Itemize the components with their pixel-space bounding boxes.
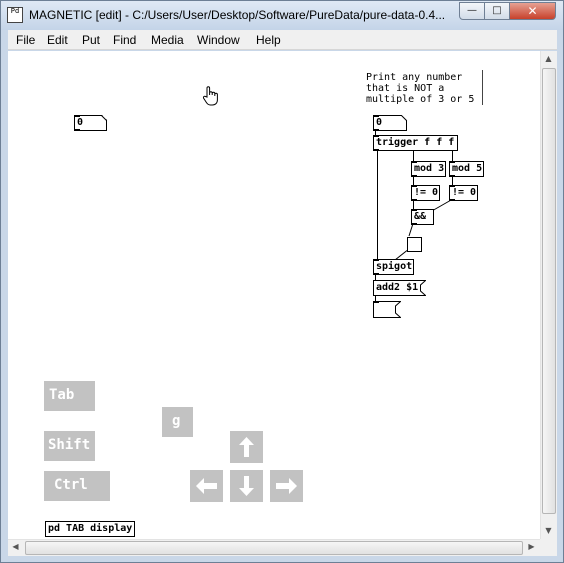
tab-display-subpatch[interactable]: pd TAB display: [45, 521, 135, 537]
trigger-object[interactable]: trigger f f f: [373, 135, 458, 151]
not-equal-object-a[interactable]: != 0: [411, 185, 440, 201]
wire-trigger-spigot-left: [377, 151, 378, 259]
right-arrow-icon: [276, 478, 297, 494]
menu-find[interactable]: Find: [113, 33, 136, 47]
pd-app-icon: Pd: [7, 7, 23, 23]
up-arrow-key[interactable]: [230, 431, 263, 463]
spigot-object[interactable]: spigot: [373, 259, 414, 275]
patch-canvas[interactable]: 0 Print any number that is NOT a multipl…: [8, 51, 540, 539]
horizontal-scroll-thumb[interactable]: [25, 541, 523, 555]
menu-edit[interactable]: Edit: [47, 33, 68, 47]
wire-and-toggle: [408, 223, 414, 237]
horizontal-scrollbar[interactable]: ◀ ▶: [8, 539, 540, 556]
hand-cursor-icon: [202, 86, 218, 106]
shift-key[interactable]: Shift: [44, 431, 95, 461]
menu-file[interactable]: File: [16, 33, 35, 47]
left-arrow-icon: [196, 478, 217, 494]
window-title: MAGNETIC [edit] - C:/Users/User/Desktop/…: [29, 8, 446, 22]
down-arrow-key[interactable]: [230, 470, 263, 502]
empty-message-box[interactable]: [373, 301, 401, 319]
minimize-button[interactable]: —: [459, 2, 485, 20]
number-box-left-outline: [74, 115, 107, 131]
menu-bar: File Edit Put Find Media Window Help: [8, 30, 557, 50]
scrollbar-corner: [540, 539, 557, 556]
ctrl-key-label: Ctrl: [54, 477, 88, 493]
vertical-scrollbar[interactable]: ▲ ▼: [540, 51, 557, 539]
ctrl-key[interactable]: Ctrl: [44, 471, 110, 501]
title-bar[interactable]: Pd MAGNETIC [edit] - C:/Users/User/Deskt…: [1, 1, 563, 30]
menu-put[interactable]: Put: [82, 33, 100, 47]
not-equal-object-b[interactable]: != 0: [449, 185, 478, 201]
number-box-input-value: 0: [376, 117, 383, 128]
g-key-label: g: [172, 413, 181, 429]
scroll-left-icon[interactable]: ◀: [8, 542, 23, 551]
g-key[interactable]: g: [162, 407, 193, 437]
tab-key-label: Tab: [49, 387, 75, 403]
maximize-button[interactable]: □: [484, 2, 510, 20]
wire-trigger-mod3: [413, 151, 414, 161]
menu-help[interactable]: Help: [256, 33, 281, 47]
mod3-object[interactable]: mod 3: [411, 161, 446, 177]
wire-mod3-ne: [413, 176, 414, 185]
comment-width-marker: [482, 70, 483, 105]
logical-and-object[interactable]: &&: [411, 209, 434, 225]
patch-comment: Print any number that is NOT a multiple …: [366, 72, 475, 105]
left-arrow-key[interactable]: [190, 470, 223, 502]
add2-message[interactable]: add2 $1: [376, 282, 418, 294]
mod5-object[interactable]: mod 5: [449, 161, 484, 177]
scroll-up-icon[interactable]: ▲: [541, 54, 556, 63]
wire-mod5-ne: [452, 176, 453, 185]
up-arrow-icon: [239, 437, 254, 457]
menu-media[interactable]: Media: [151, 33, 184, 47]
pd-window: Pd MAGNETIC [edit] - C:/Users/User/Deskt…: [0, 0, 564, 563]
scroll-down-icon[interactable]: ▼: [541, 526, 556, 535]
right-arrow-key[interactable]: [270, 470, 303, 502]
menu-window[interactable]: Window: [197, 33, 240, 47]
wire-ne-and: [413, 200, 414, 209]
vertical-scroll-thumb[interactable]: [542, 68, 556, 514]
down-arrow-icon: [239, 476, 254, 496]
toggle[interactable]: [407, 237, 422, 252]
tab-key[interactable]: Tab: [44, 381, 95, 411]
close-button[interactable]: ✕: [509, 2, 556, 20]
wire-trigger-mod5: [452, 151, 453, 161]
shift-key-label: Shift: [48, 437, 91, 453]
scroll-right-icon[interactable]: ▶: [524, 542, 539, 551]
